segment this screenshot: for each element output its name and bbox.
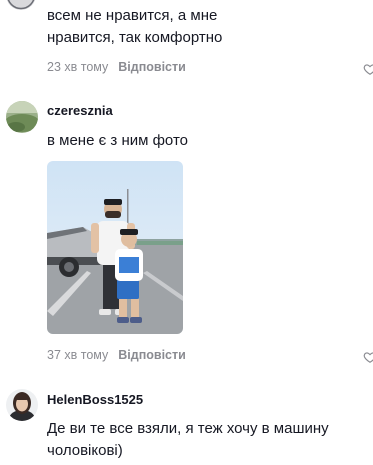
reply-button[interactable]: Відповісти bbox=[118, 60, 186, 74]
comment-meta: 37 хв тому Відповісти bbox=[47, 346, 186, 364]
comment-username[interactable]: czeresznia bbox=[47, 103, 113, 119]
reply-button[interactable]: Відповісти bbox=[118, 348, 186, 362]
comment-photo[interactable] bbox=[47, 161, 183, 334]
commenter-avatar[interactable] bbox=[6, 389, 38, 421]
heart-outline-icon[interactable] bbox=[363, 350, 373, 364]
comment-text: Де ви те все взяли, я теж хочу в машину … bbox=[47, 420, 329, 459]
comment-meta: 23 хв тому Відповісти bbox=[47, 58, 186, 76]
comment-text: в мене є з ним фото bbox=[47, 132, 188, 149]
comment-text: всем не нравится, а мне нравится, так ко… bbox=[47, 7, 223, 46]
commenter-avatar[interactable] bbox=[6, 101, 38, 133]
comment-timestamp: 37 хв тому bbox=[47, 348, 109, 362]
heart-outline-icon[interactable] bbox=[363, 62, 373, 76]
commenter-avatar[interactable] bbox=[6, 0, 36, 10]
comment-timestamp: 23 хв тому bbox=[47, 60, 109, 74]
comment-username[interactable]: HelenBoss1525 bbox=[47, 392, 143, 408]
